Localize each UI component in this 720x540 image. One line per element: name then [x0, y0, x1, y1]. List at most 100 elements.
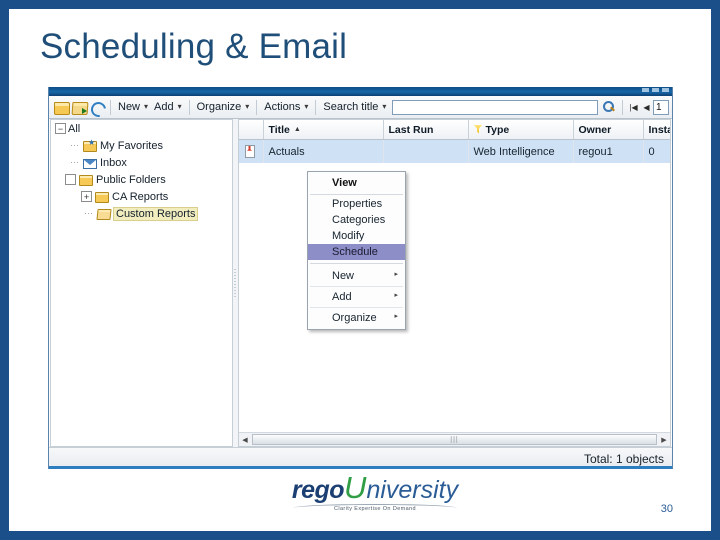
tree-item-inbox[interactable]: ⋯ Inbox: [51, 154, 232, 171]
tree-item-custom-reports[interactable]: ⋯ Custom Reports: [51, 205, 232, 222]
context-menu-item-add-label: Add: [332, 291, 352, 303]
toolbar-menu-new-label: New: [118, 101, 141, 113]
tree-item-public-folders[interactable]: Public Folders: [51, 171, 232, 188]
logo-swoosh: [287, 501, 463, 510]
context-menu-item-modify[interactable]: Modify: [308, 228, 405, 244]
column-header-instances[interactable]: Insta: [643, 120, 670, 140]
column-header-owner-label: Owner: [578, 123, 612, 136]
column-header-last-run[interactable]: Last Run: [383, 120, 469, 140]
close-icon[interactable]: [662, 88, 669, 92]
chevron-down-icon: ▾: [144, 102, 149, 111]
table-row[interactable]: Actuals Web Intelligence regou1 0: [239, 139, 670, 163]
minimize-icon[interactable]: [642, 88, 649, 92]
toolbar-menu-add[interactable]: Add ▾: [151, 100, 185, 114]
logo-u: U: [344, 470, 367, 505]
column-header-last-run-label: Last Run: [388, 123, 434, 136]
webi-document-icon: [244, 144, 255, 158]
inbox-icon: [82, 156, 97, 169]
tree-item-my-favorites-label: My Favorites: [100, 139, 163, 152]
context-menu-item-modify-label: Modify: [332, 230, 365, 242]
logo-niversity: niversity: [366, 476, 459, 504]
row-last-run: [383, 139, 469, 163]
context-menu-item-schedule[interactable]: Schedule: [308, 244, 405, 260]
context-menu-divider: [310, 194, 403, 195]
maximize-icon[interactable]: [652, 88, 659, 92]
refresh-icon[interactable]: [88, 98, 109, 120]
document-table: Title ▲ Last Run Type Owner Insta Actual…: [239, 120, 670, 163]
filter-funnel-icon[interactable]: [473, 124, 483, 134]
context-menu-divider: [310, 286, 403, 287]
submenu-arrow-icon: ▸: [394, 313, 398, 320]
expand-icon[interactable]: [65, 174, 76, 185]
toolbar-menu-search-title[interactable]: Search title ▾: [320, 100, 389, 114]
row-icon-cell: [239, 139, 264, 163]
tree-item-all[interactable]: − All: [51, 120, 232, 137]
tree-item-my-favorites[interactable]: ⋯ ★ My Favorites: [51, 137, 232, 154]
column-header-icon[interactable]: [239, 120, 264, 140]
tree-item-ca-reports[interactable]: + CA Reports: [51, 188, 232, 205]
context-menu-item-organize[interactable]: Organize ▸: [308, 309, 405, 327]
toolbar-divider: [256, 99, 258, 115]
toolbar-divider: [622, 99, 623, 115]
column-header-type-label: Type: [485, 123, 510, 136]
search-input[interactable]: [392, 99, 598, 115]
context-menu-item-categories[interactable]: Categories: [308, 212, 405, 228]
tree-connector: ⋯: [84, 208, 93, 218]
scroll-right-icon[interactable]: ▶: [658, 434, 670, 445]
expand-icon[interactable]: +: [81, 191, 92, 202]
chevron-down-icon: ▾: [177, 102, 182, 111]
toolbar: New ▾ Add ▾ Organize ▾ Actions ▾ Search …: [49, 96, 672, 120]
scrollbar-grip: |||: [450, 436, 459, 443]
tree-item-all-label: All: [68, 122, 81, 135]
context-menu-item-schedule-label: Schedule: [332, 246, 378, 258]
context-menu-header[interactable]: View: [308, 174, 405, 193]
chevron-down-icon: ▾: [382, 102, 387, 111]
toolbar-menu-organize[interactable]: Organize ▾: [194, 100, 253, 114]
column-header-owner[interactable]: Owner: [573, 120, 644, 140]
window-bottom-edge: [49, 466, 672, 469]
tree-item-ca-reports-label: CA Reports: [112, 190, 169, 203]
context-menu-divider: [310, 307, 403, 308]
slide: Scheduling & Email New ▾ Add ▾ Organize …: [0, 0, 720, 540]
collapse-icon[interactable]: −: [55, 123, 66, 134]
sort-ascending-icon: ▲: [293, 125, 301, 133]
context-menu-header-label: View: [332, 177, 357, 189]
row-owner: regou1: [573, 139, 644, 163]
horizontal-scrollbar[interactable]: ◀ ||| ▶: [239, 432, 670, 446]
toolbar-divider: [188, 99, 190, 115]
toolbar-menu-actions[interactable]: Actions ▾: [261, 100, 311, 114]
previous-page-button[interactable]: ◀: [640, 100, 653, 115]
chevron-down-icon: ▾: [304, 102, 309, 111]
scrollbar-thumb[interactable]: |||: [252, 434, 657, 445]
application-screenshot: New ▾ Add ▾ Organize ▾ Actions ▾ Search …: [48, 87, 673, 469]
tree-item-public-folders-label: Public Folders: [96, 173, 166, 186]
first-page-button[interactable]: |◀: [627, 100, 640, 115]
logo-rego: rego: [291, 476, 345, 504]
new-folder-icon[interactable]: [71, 100, 89, 115]
splitter-grip: [234, 269, 236, 297]
context-menu-item-new[interactable]: New ▸: [308, 267, 405, 285]
tree-item-inbox-label: Inbox: [100, 156, 127, 169]
folder-icon[interactable]: [53, 100, 70, 115]
toolbar-menu-add-label: Add: [154, 101, 174, 113]
column-header-title[interactable]: Title ▲: [263, 120, 384, 140]
rego-university-logo: regoUniversity Clarity Expertise On Dema…: [287, 472, 463, 521]
toolbar-menu-organize-label: Organize: [196, 101, 242, 113]
column-header-type[interactable]: Type: [468, 120, 574, 140]
window-titlebar: [49, 87, 672, 96]
slide-content: Scheduling & Email New ▾ Add ▾ Organize …: [9, 9, 711, 531]
tree-item-custom-reports-label: Custom Reports: [112, 206, 199, 221]
page-number-input[interactable]: 1: [653, 99, 669, 115]
context-menu-item-organize-label: Organize: [332, 312, 377, 324]
scroll-left-icon[interactable]: ◀: [239, 434, 251, 445]
tree-connector: ⋯: [70, 140, 79, 150]
toolbar-divider: [110, 99, 111, 115]
context-menu-item-categories-label: Categories: [332, 214, 386, 226]
search-icon[interactable]: [603, 100, 616, 114]
toolbar-menu-new[interactable]: New ▾: [115, 100, 151, 114]
context-menu-item-new-label: New: [332, 270, 355, 282]
table-header-row: Title ▲ Last Run Type Owner Insta: [239, 120, 670, 140]
page-title: Scheduling & Email: [40, 27, 348, 66]
context-menu-item-properties[interactable]: Properties: [308, 196, 405, 212]
context-menu-item-add[interactable]: Add ▸: [308, 288, 405, 306]
